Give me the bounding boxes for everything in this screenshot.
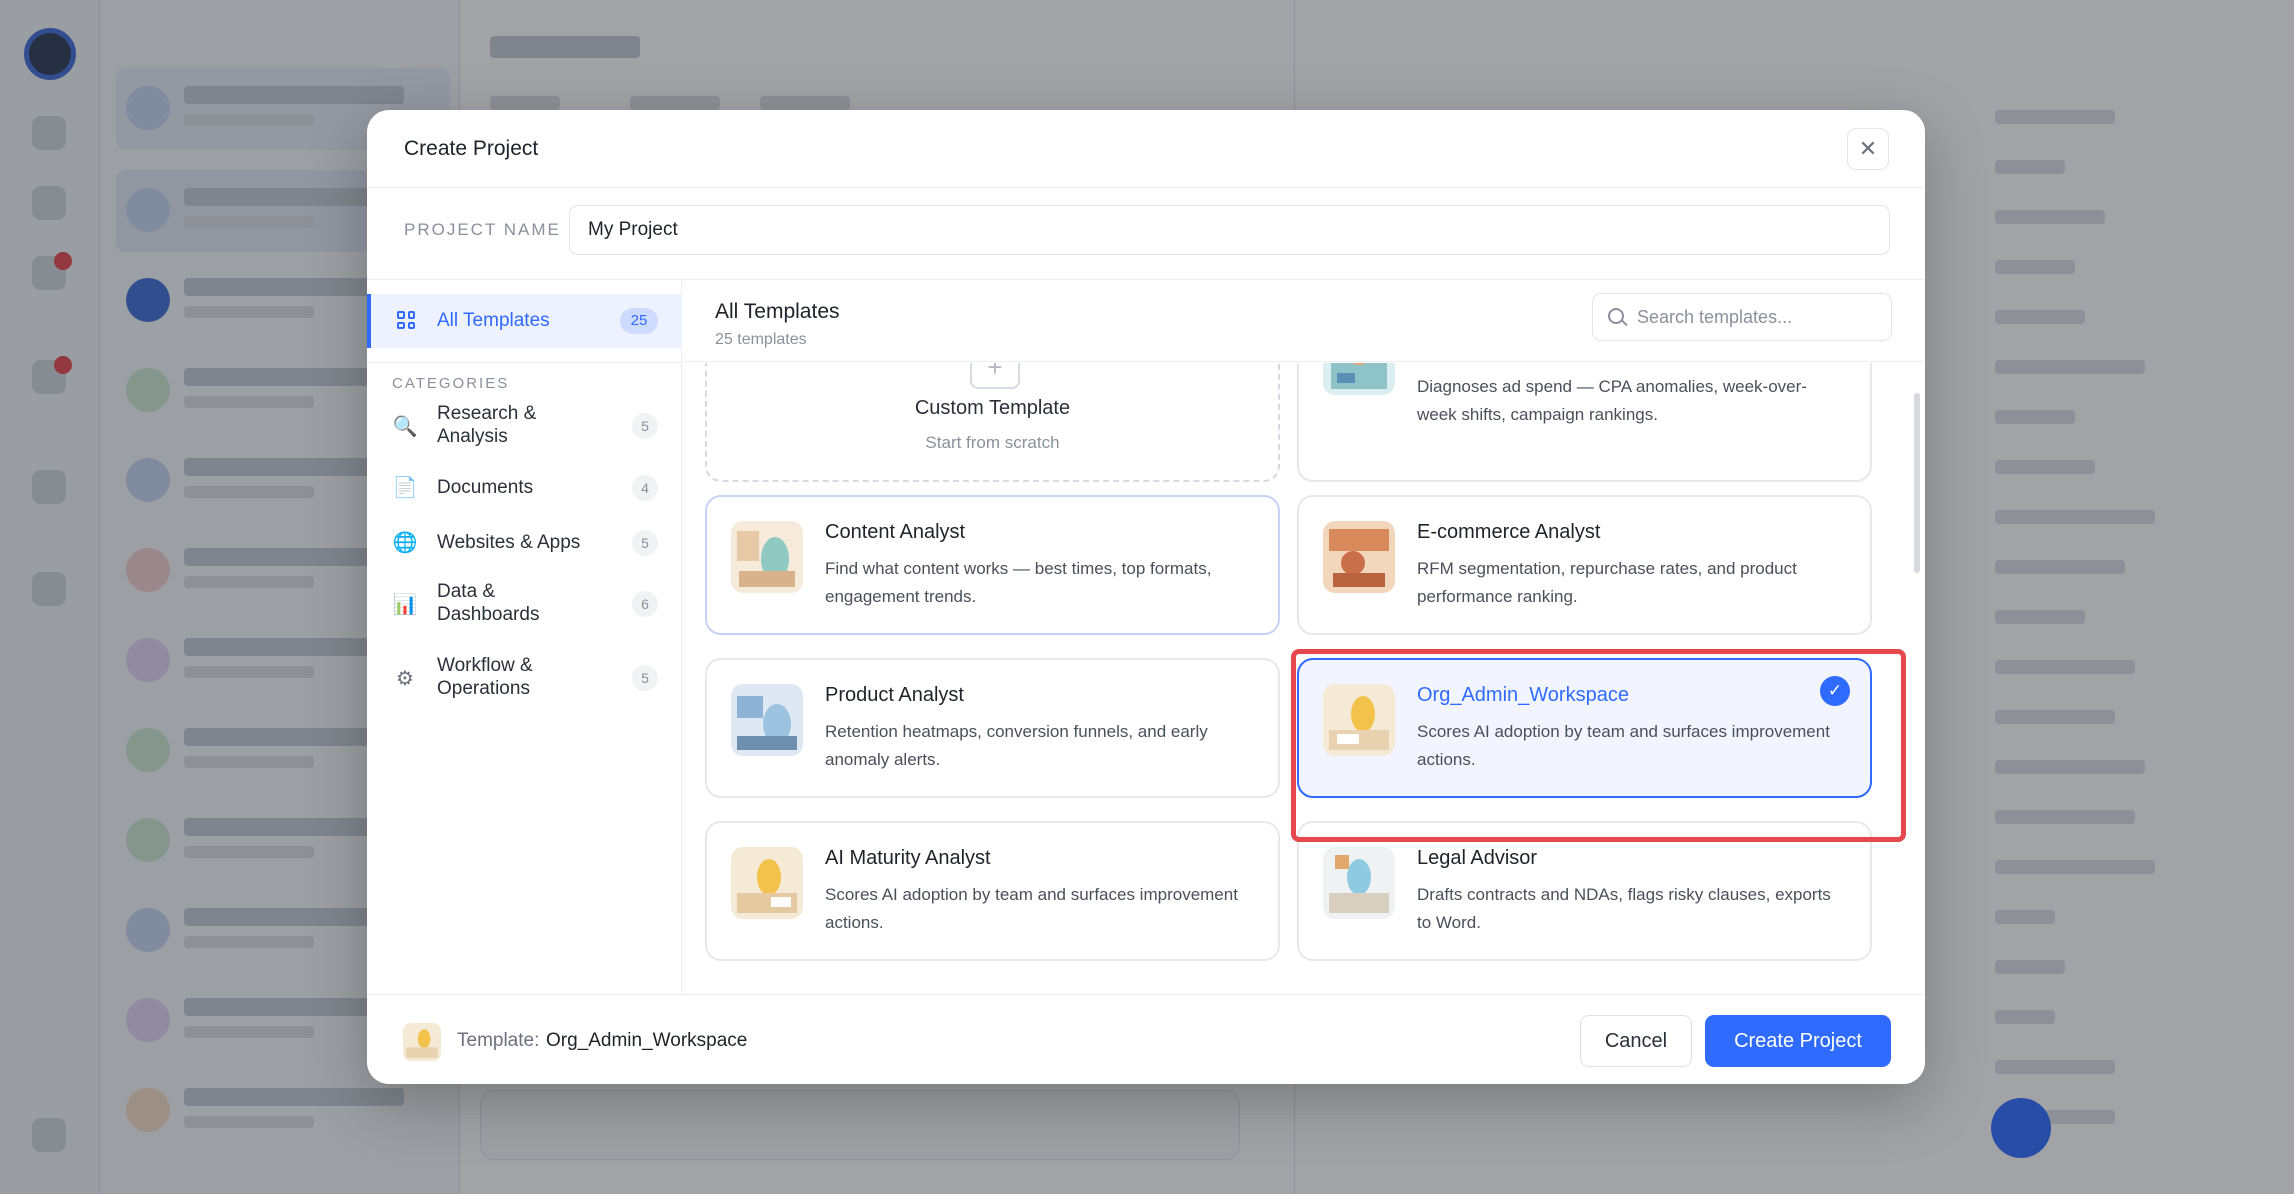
- category-sidebar: All Templates 25 CATEGORIES 🔍 Research &…: [367, 280, 682, 1004]
- count-badge: 5: [632, 530, 658, 556]
- dialog-title: Create Project: [404, 137, 539, 160]
- sidebar-item-workflow-operations[interactable]: ⚙ Workflow & Operations 5: [367, 648, 682, 708]
- count-badge: 25: [620, 308, 658, 334]
- template-illustration: [731, 684, 803, 756]
- template-card-custom[interactable]: + Custom Template Start from scratch: [705, 363, 1280, 482]
- count-badge: 5: [632, 665, 658, 691]
- template-name: Content Analyst: [825, 521, 966, 543]
- count-badge: 5: [632, 413, 658, 439]
- checkmark-icon: ✓: [1820, 676, 1850, 706]
- template-card-ad-analyst[interactable]: Diagnoses ad spend — CPA anomalies, week…: [1297, 363, 1872, 482]
- search-icon: [1608, 308, 1624, 324]
- plus-icon: +: [970, 363, 1020, 389]
- templates-panel: All Templates 25 templates + Custom Temp…: [683, 280, 1925, 1004]
- categories-heading: CATEGORIES: [392, 375, 510, 392]
- template-card-ai-maturity-analyst[interactable]: AI Maturity Analyst Scores AI adoption b…: [705, 821, 1280, 961]
- project-name-row: PROJECT NAME: [367, 188, 1925, 280]
- dialog-footer: Template: Org_Admin_Workspace Cancel Cre…: [367, 994, 1925, 1084]
- template-description: RFM segmentation, repurchase rates, and …: [1417, 559, 1797, 606]
- divider: [367, 362, 682, 363]
- templates-header: All Templates 25 templates: [683, 280, 1925, 362]
- search-input[interactable]: [1637, 294, 1887, 340]
- template-description: Drafts contracts and NDAs, flags risky c…: [1417, 885, 1831, 932]
- template-name: Org_Admin_Workspace: [1417, 684, 1629, 706]
- gear-icon: ⚙: [396, 667, 414, 690]
- template-description: Scores AI adoption by team and surfaces …: [825, 885, 1238, 932]
- template-description: Diagnoses ad spend — CPA anomalies, week…: [1417, 377, 1807, 424]
- selected-template-name: Org_Admin_Workspace: [546, 1030, 748, 1051]
- close-icon: ✕: [1858, 136, 1878, 161]
- template-name: AI Maturity Analyst: [825, 847, 991, 869]
- count-badge: 4: [632, 475, 658, 501]
- template-description: Retention heatmaps, conversion funnels, …: [825, 722, 1208, 769]
- template-description: Find what content works — best times, to…: [825, 559, 1212, 606]
- sidebar-item-websites-apps[interactable]: 🌐 Websites & Apps 5: [367, 520, 682, 566]
- close-button[interactable]: ✕: [1847, 128, 1889, 170]
- active-indicator: [367, 294, 371, 348]
- template-card-product-analyst[interactable]: Product Analyst Retention heatmaps, conv…: [705, 658, 1280, 798]
- selected-template-label: Template:: [457, 1030, 540, 1051]
- grid-icon: [397, 311, 415, 329]
- search-box[interactable]: [1592, 293, 1892, 341]
- template-illustration: [1323, 521, 1395, 593]
- template-name: Custom Template: [914, 397, 1071, 419]
- template-card-org-admin-workspace[interactable]: Org_Admin_Workspace Scores AI adoption b…: [1297, 658, 1872, 798]
- template-card-legal-advisor[interactable]: Legal Advisor Drafts contracts and NDAs,…: [1297, 821, 1872, 961]
- sidebar-item-all-templates[interactable]: All Templates 25: [367, 294, 682, 348]
- dialog-header: Create Project ✕: [367, 110, 1925, 188]
- template-illustration: [1323, 684, 1395, 756]
- templates-count: 25 templates: [715, 331, 807, 348]
- project-name-label: PROJECT NAME: [404, 220, 561, 239]
- scrollbar-thumb[interactable]: [1914, 393, 1920, 573]
- sidebar-item-label: All Templates: [437, 310, 550, 331]
- create-project-dialog: Create Project ✕ PROJECT NAME All Templa…: [367, 110, 1925, 1084]
- template-card-ecommerce-analyst[interactable]: E-commerce Analyst RFM segmentation, rep…: [1297, 495, 1872, 635]
- count-badge: 6: [632, 591, 658, 617]
- selected-template-thumbnail: [403, 1023, 441, 1061]
- sidebar-item-label: Research & Analysis: [437, 403, 537, 447]
- create-project-button[interactable]: Create Project: [1705, 1015, 1891, 1067]
- sidebar-item-label: Data & Dashboards: [437, 581, 540, 625]
- template-card-content-analyst[interactable]: Content Analyst Find what content works …: [705, 495, 1280, 635]
- sidebar-item-label: Workflow & Operations: [437, 655, 533, 699]
- sidebar-item-label: Websites & Apps: [437, 532, 581, 553]
- sidebar-item-label: Documents: [437, 477, 534, 498]
- template-illustration: [1323, 363, 1395, 395]
- sidebar-item-data-dashboards[interactable]: 📊 Data & Dashboards 6: [367, 574, 682, 634]
- cancel-button[interactable]: Cancel: [1580, 1015, 1692, 1067]
- template-name: E-commerce Analyst: [1417, 521, 1601, 543]
- magnifier-icon: 🔍: [392, 415, 418, 438]
- template-description: Start from scratch: [925, 433, 1060, 452]
- globe-icon: 🌐: [392, 531, 418, 554]
- sidebar-item-research-analysis[interactable]: 🔍 Research & Analysis 5: [367, 396, 682, 456]
- templates-grid[interactable]: + Custom Template Start from scratch Dia…: [683, 363, 1925, 1004]
- sidebar-item-documents[interactable]: 📄 Documents 4: [367, 465, 682, 511]
- template-illustration: [731, 847, 803, 919]
- template-name: Product Analyst: [825, 684, 964, 706]
- template-illustration: [731, 521, 803, 593]
- bar-chart-icon: 📊: [392, 593, 418, 616]
- template-description: Scores AI adoption by team and surfaces …: [1417, 722, 1830, 769]
- project-name-input[interactable]: [569, 205, 1890, 255]
- templates-title: All Templates: [715, 300, 840, 323]
- document-icon: 📄: [392, 476, 418, 499]
- template-illustration: [1323, 847, 1395, 919]
- template-name: Legal Advisor: [1417, 847, 1538, 869]
